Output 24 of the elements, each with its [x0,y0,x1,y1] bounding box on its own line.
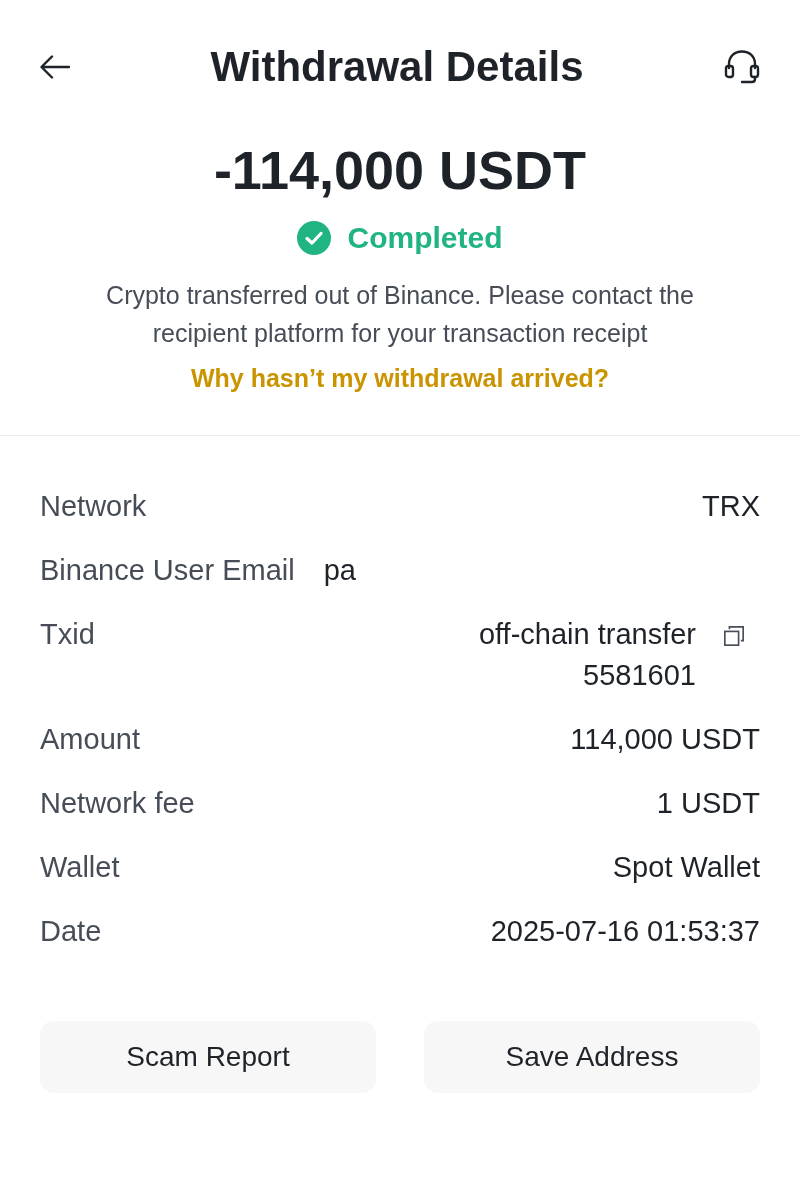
status-label: Completed [347,220,503,256]
action-button[interactable]: Scam Report [40,1021,376,1093]
headset-icon[interactable] [724,50,760,84]
detail-label: Txid [40,617,95,652]
withdrawal-amount: -114,000 USDT [213,140,587,200]
detail-label: Network fee [40,786,195,821]
back-arrow-icon[interactable] [40,55,70,79]
action-button[interactable]: Save Address [424,1021,760,1093]
detail-value: 2025-07-16 01:53:37 [490,914,760,949]
detail-value: Spot Wallet [612,850,760,885]
detail-label: Wallet [40,850,120,885]
detail-value: TRX [702,489,760,524]
page-title: Withdrawal Details [210,44,584,90]
copy-icon[interactable] [723,625,745,647]
detail-label: Network [40,489,147,524]
detail-label: Amount [40,722,140,757]
detail-value: 114,000 USDT [570,722,760,757]
detail-value: 1 USDT [656,786,760,821]
detail-label: Binance User Email [40,553,295,588]
detail-label: Date [40,914,102,949]
check-circle-icon [297,221,332,255]
status-message: Crypto transferred out of Binance. Please contact the recipient platform for your transaction receipt [105,280,695,349]
detail-value: off-chain transfer 5581601 [477,617,696,693]
detail-value: pa [323,553,356,588]
